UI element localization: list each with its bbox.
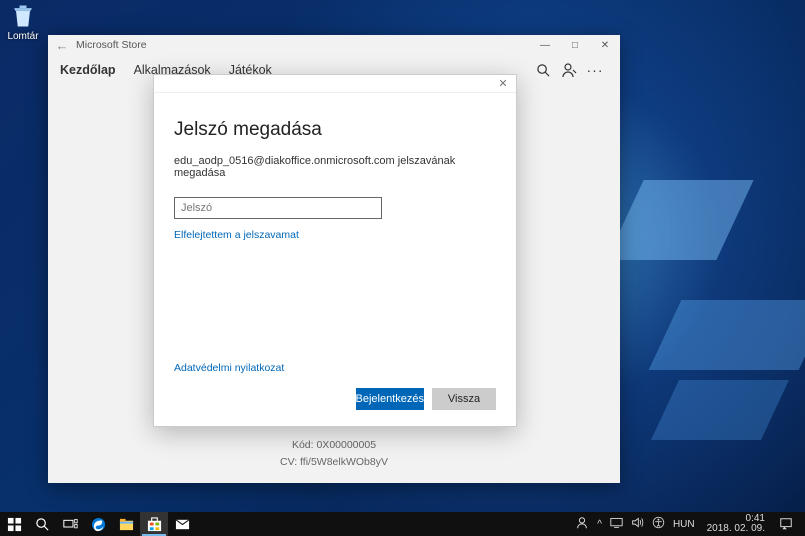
- window-title-bar: ← Microsoft Store ― □ ✕: [48, 35, 620, 55]
- action-center-icon[interactable]: [777, 515, 795, 533]
- taskbar-app-edge[interactable]: [84, 512, 112, 536]
- tab-home[interactable]: Kezdőlap: [60, 59, 116, 81]
- desktop: Lomtár ← Microsoft Store ― □ ✕ Kezdőlap …: [0, 0, 805, 536]
- system-tray: ^ HUN 0:41 2018. 02. 09.: [569, 514, 801, 535]
- dialog-title: Jelszó megadása: [174, 119, 496, 141]
- volume-icon[interactable]: [631, 516, 644, 532]
- dialog-button-row: Bejelentkezés Vissza: [174, 388, 496, 418]
- ease-of-access-icon[interactable]: [652, 516, 665, 532]
- desktop-icon-label: Lomtár: [7, 31, 38, 42]
- dialog-close-button[interactable]: ✕: [490, 75, 516, 93]
- dialog-body: Jelszó megadása edu_aodp_0516@diakoffice…: [154, 93, 516, 426]
- window-title: Microsoft Store: [76, 39, 147, 51]
- maximize-button[interactable]: □: [560, 35, 590, 55]
- clock-date: 2018. 02. 09.: [707, 524, 765, 535]
- dialog-subtitle: edu_aodp_0516@diakoffice.onmicrosoft.com…: [174, 155, 496, 179]
- start-button[interactable]: [0, 512, 28, 536]
- close-window-button[interactable]: ✕: [590, 35, 620, 55]
- signin-button[interactable]: Bejelentkezés: [356, 388, 425, 410]
- taskbar-app-store[interactable]: [140, 512, 168, 536]
- error-code: Kód: 0X00000005: [280, 437, 388, 454]
- account-icon[interactable]: [556, 57, 582, 83]
- taskbar: ^ HUN 0:41 2018. 02. 09.: [0, 512, 805, 536]
- forgot-password-link[interactable]: Elfelejtettem a jelszavamat: [174, 229, 496, 241]
- task-view-icon[interactable]: [56, 512, 84, 536]
- error-footer: Kód: 0X00000005 CV: ffi/5W8elkWOb8yV: [280, 437, 388, 471]
- back-button-dialog[interactable]: Vissza: [432, 388, 496, 410]
- taskbar-clock[interactable]: 0:41 2018. 02. 09.: [703, 514, 769, 535]
- people-icon[interactable]: [575, 516, 589, 533]
- recycle-bin-icon: [9, 2, 37, 30]
- network-icon[interactable]: [610, 516, 623, 532]
- tray-chevron-up-icon[interactable]: ^: [597, 519, 602, 530]
- search-icon[interactable]: [530, 57, 556, 83]
- signin-dialog: ✕ Jelszó megadása edu_aodp_0516@diakoffi…: [153, 74, 517, 427]
- taskbar-app-mail[interactable]: [168, 512, 196, 536]
- more-icon[interactable]: ···: [582, 57, 608, 83]
- privacy-link[interactable]: Adatvédelmi nyilatkozat: [174, 362, 496, 374]
- password-input[interactable]: [174, 197, 382, 219]
- dialog-title-bar: ✕: [154, 75, 516, 93]
- back-button[interactable]: ←: [48, 38, 76, 53]
- taskbar-search-icon[interactable]: [28, 512, 56, 536]
- minimize-button[interactable]: ―: [530, 35, 560, 55]
- language-indicator[interactable]: HUN: [673, 519, 695, 530]
- error-cv: CV: ffi/5W8elkWOb8yV: [280, 454, 388, 471]
- taskbar-app-explorer[interactable]: [112, 512, 140, 536]
- desktop-icon-recycle-bin[interactable]: Lomtár: [4, 2, 42, 42]
